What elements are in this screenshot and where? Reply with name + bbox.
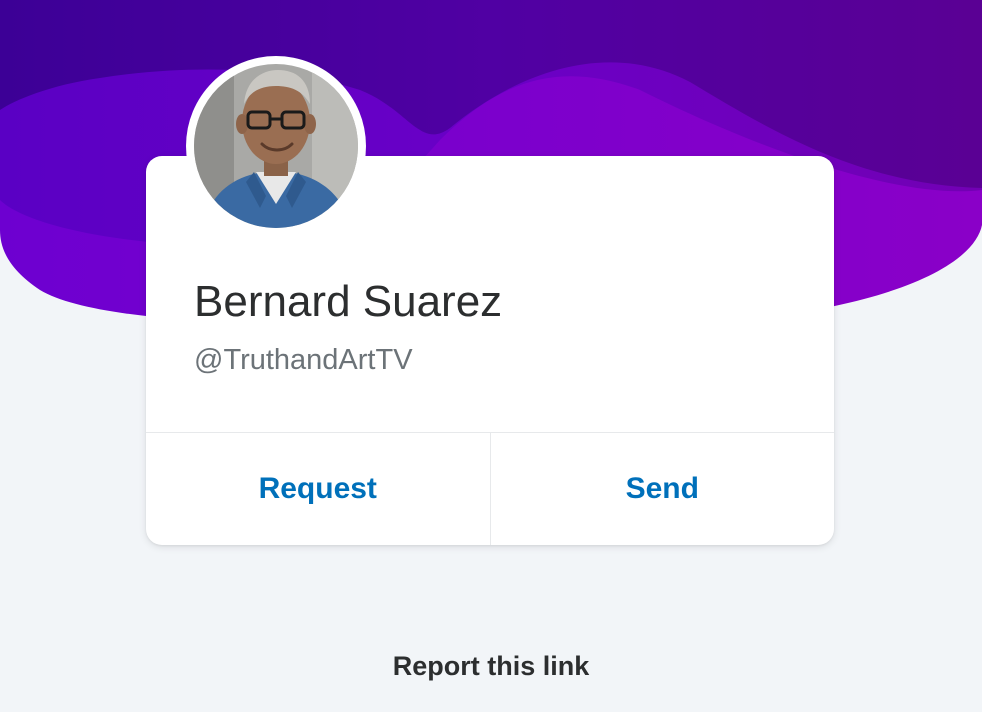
avatar <box>194 64 358 228</box>
profile-page: Bernard Suarez @TruthandArtTV Request Se… <box>0 0 982 712</box>
profile-handle: @TruthandArtTV <box>194 344 413 376</box>
action-row: Request Send <box>146 433 834 545</box>
profile-name: Bernard Suarez <box>194 277 503 326</box>
person-photo-icon <box>194 64 358 228</box>
request-button[interactable]: Request <box>146 433 490 545</box>
send-button[interactable]: Send <box>491 433 835 545</box>
report-link[interactable]: Report this link <box>0 648 982 684</box>
avatar-ring <box>186 56 366 236</box>
